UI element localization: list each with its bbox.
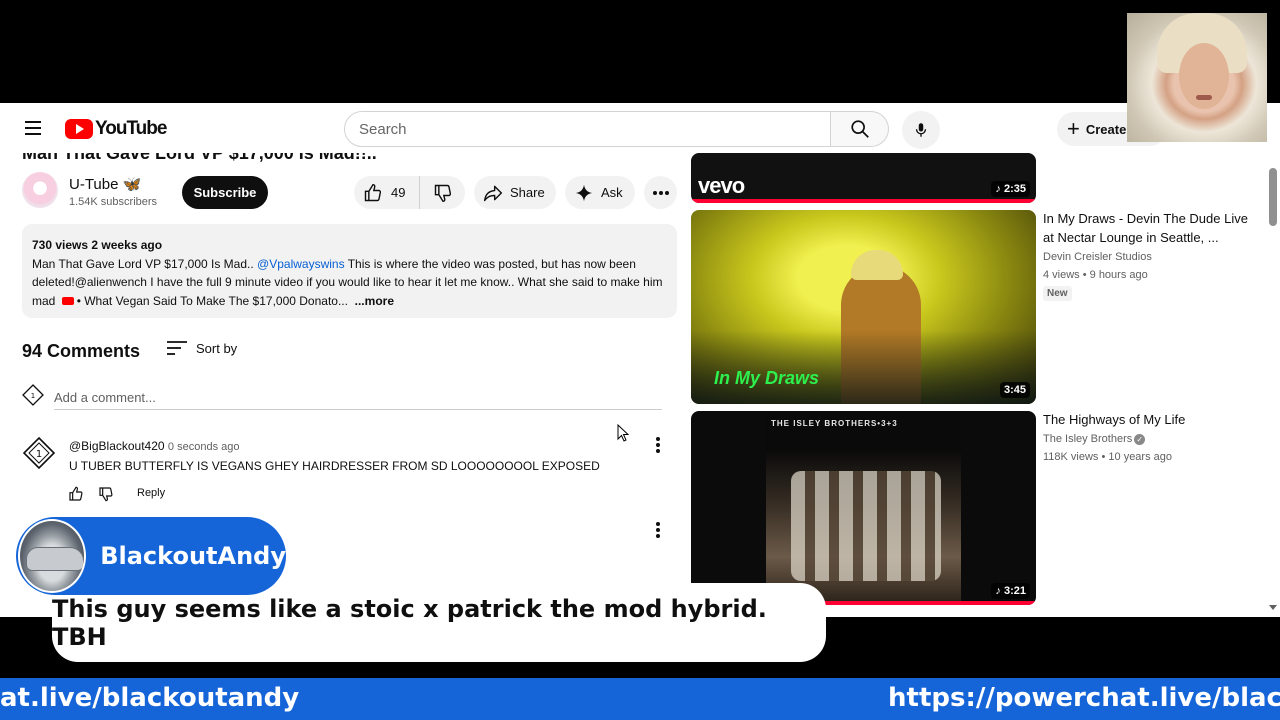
recommendation-thumbnail[interactable]: vevo ♪ 2:35	[691, 153, 1036, 203]
linked-video[interactable]: • What Vegan Said To Make The $17,000 Do…	[77, 294, 348, 308]
ask-label: Ask	[601, 185, 623, 200]
recommendation-stats: 118K views • 10 years ago	[1043, 451, 1172, 463]
thumbnail-caption: In My Draws	[714, 368, 820, 388]
like-count: 49	[391, 185, 406, 200]
recommendation-thumbnail[interactable]: In My Draws 3:45	[691, 210, 1036, 404]
thumbs-down-icon	[434, 184, 451, 202]
comment-time[interactable]: 0 seconds ago	[168, 441, 240, 453]
youtube-logo[interactable]: YouTube	[65, 118, 167, 140]
thumbs-up-icon	[364, 183, 382, 201]
chat-user-avatar	[18, 519, 87, 593]
create-label: Create	[1085, 121, 1127, 137]
recommendation-stats: 4 views • 9 hours ago	[1043, 269, 1148, 281]
comment-more-icon[interactable]	[648, 518, 668, 542]
user-avatar: 1	[22, 384, 44, 406]
crowd-shadow	[691, 330, 1036, 404]
duration-text: 3:21	[1003, 585, 1026, 597]
comment-like-icon[interactable]	[68, 486, 84, 502]
more-horizontal-icon	[652, 190, 669, 195]
duration-text: 2:35	[1003, 183, 1026, 195]
plus-icon: +	[1067, 116, 1080, 141]
ticker-text: at.live/blackoutandy	[0, 683, 300, 713]
description-part: Man That Gave Lord VP $17,000 Is Mad..	[32, 256, 258, 271]
comments-count: 94 Comments	[22, 341, 141, 361]
like-button[interactable]: 49	[354, 176, 420, 209]
more-link[interactable]: ...more	[355, 294, 394, 308]
channel-name[interactable]: U-Tube 🦋	[69, 175, 141, 193]
microphone-icon	[915, 123, 927, 137]
search-button[interactable]	[831, 111, 889, 147]
voice-search-button[interactable]	[902, 111, 940, 149]
ticker-text: https://powerchat.live/blackouta	[888, 683, 1280, 713]
music-note-icon: ♪	[995, 585, 1004, 597]
duration-badge: 3:45	[999, 382, 1030, 398]
recommendations-column: vevo ♪ 2:35 In My Draws 3:45 In My Draws…	[691, 103, 1266, 617]
webcam-mouth	[1196, 95, 1212, 100]
comment-text: U TUBER BUTTERFLY IS VEGANS GHEY HAIRDRE…	[69, 459, 600, 473]
sort-icon	[167, 341, 187, 355]
like-dislike-group: 49	[354, 176, 465, 209]
mention-link[interactable]: @Vpalwayswins	[257, 257, 345, 271]
share-label: Share	[510, 185, 545, 200]
page-scrollbar[interactable]	[1266, 103, 1280, 617]
subscriber-count: 1.54K subscribers	[69, 196, 158, 208]
search-input[interactable]	[344, 111, 831, 147]
chat-message: This guy seems like a stoic x patrick th…	[52, 594, 767, 651]
performer-hat	[851, 250, 903, 280]
logo-text: YouTube	[95, 118, 167, 139]
car-image	[26, 547, 84, 571]
channel-avatar[interactable]	[22, 172, 58, 208]
comment-header: @BigBlackout420 0 seconds ago	[69, 439, 239, 453]
sort-label: Sort by	[196, 340, 238, 356]
add-comment-input[interactable]	[54, 386, 662, 410]
search-bar	[344, 111, 889, 147]
ask-button[interactable]: Ask	[565, 176, 635, 209]
music-note-icon: ♪	[995, 183, 1004, 195]
view-date-meta: 730 views 2 weeks ago	[32, 238, 163, 252]
search-icon	[850, 120, 869, 138]
comment-more-icon[interactable]	[648, 433, 668, 457]
description-box[interactable]: 730 views 2 weeks ago Man That Gave Lord…	[22, 224, 677, 318]
recommendation-channel[interactable]: Devin Creisler Studios	[1043, 251, 1152, 263]
vevo-logo: vevo	[698, 173, 745, 198]
new-badge: New	[1043, 286, 1072, 301]
top-header: YouTube + Create	[0, 103, 1280, 153]
album-title-text: THE ISLEY BROTHERS•3+3	[771, 419, 898, 428]
chat-user-pill: BlackoutAndy	[16, 517, 286, 595]
band-photo	[791, 471, 941, 581]
watch-progress-bar	[691, 199, 1036, 203]
sparkle-icon	[575, 184, 593, 201]
recommendation-title[interactable]: In My Draws - Devin The Dude Live at Nec…	[1043, 209, 1253, 247]
dislike-button[interactable]	[420, 183, 465, 203]
youtube-play-icon	[65, 119, 93, 139]
comment-author[interactable]: @BigBlackout420	[69, 439, 165, 453]
reply-button[interactable]: Reply	[137, 487, 165, 499]
menu-icon[interactable]	[18, 117, 48, 141]
commenter-avatar[interactable]: 1	[22, 436, 56, 470]
recommendation-thumbnail[interactable]: THE ISLEY BROTHERS•3+3 ♪ 3:21	[691, 411, 1036, 605]
mouse-cursor-icon	[617, 424, 629, 442]
scroll-down-icon[interactable]	[1269, 605, 1277, 610]
recommendation-channel-row: The Isley Brothers ✓	[1043, 433, 1146, 445]
share-button[interactable]: Share	[474, 176, 556, 209]
stream-frame: YouTube + Create Man That Gave Lord VP $…	[0, 0, 1280, 720]
link-ticker: at.live/blackoutandy https://powerchat.l…	[0, 678, 1280, 720]
description-text: Man That Gave Lord VP $17,000 Is Mad.. @…	[32, 255, 667, 311]
subscribe-button[interactable]: Subscribe	[182, 176, 268, 209]
more-actions-button[interactable]	[644, 176, 677, 209]
streamer-webcam	[1127, 13, 1267, 142]
scrollbar-thumb[interactable]	[1269, 168, 1277, 226]
svg-text:1: 1	[36, 449, 42, 460]
recommendation-channel[interactable]: The Isley Brothers	[1043, 433, 1132, 445]
svg-text:1: 1	[31, 392, 35, 400]
duration-badge: ♪ 2:35	[991, 181, 1030, 197]
share-icon	[483, 185, 503, 201]
chat-username: BlackoutAndy	[100, 542, 286, 570]
sort-by-button[interactable]: Sort by	[166, 340, 237, 356]
verified-icon: ✓	[1134, 433, 1146, 445]
youtube-small-icon	[61, 297, 74, 306]
duration-badge: ♪ 3:21	[991, 583, 1030, 599]
recommendation-title[interactable]: The Highways of My Life	[1043, 410, 1253, 429]
comment-dislike-icon[interactable]	[98, 486, 114, 502]
